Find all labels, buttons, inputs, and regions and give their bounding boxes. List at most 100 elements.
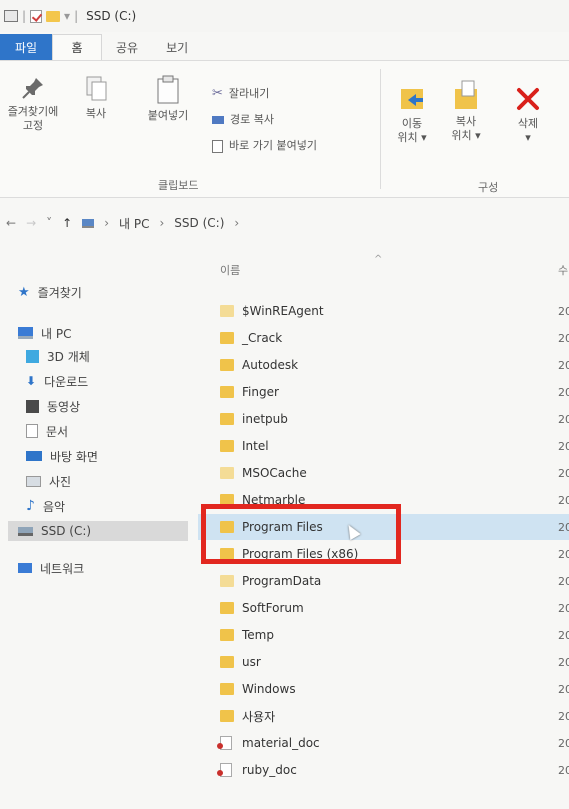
tab-home[interactable]: 홈 bbox=[52, 34, 102, 60]
file-date: 20 bbox=[558, 628, 569, 642]
star-icon: ★ bbox=[18, 284, 30, 300]
sidebar-item-downloads[interactable]: ⬇ 다운로드 bbox=[26, 371, 88, 391]
file-name: $WinREAgent bbox=[242, 304, 324, 318]
tab-share[interactable]: 공유 bbox=[102, 34, 152, 60]
copy-to-button[interactable]: 복사 위치 ▾ bbox=[446, 79, 486, 143]
folder-icon bbox=[220, 602, 234, 614]
quick-access-dropdown-icon[interactable]: ▾ bbox=[64, 9, 70, 23]
sidebar-item-label: SSD (C:) bbox=[41, 524, 92, 538]
sidebar-item-pictures[interactable]: 사진 bbox=[26, 471, 71, 491]
copy-to-label-2: 위치 ▾ bbox=[451, 129, 481, 142]
folder-icon bbox=[220, 629, 234, 641]
drive-icon bbox=[82, 218, 95, 228]
sidebar-item-documents[interactable]: 문서 bbox=[26, 421, 68, 441]
tab-file[interactable]: 파일 bbox=[0, 34, 52, 60]
ruby-file-icon bbox=[217, 736, 232, 750]
sort-arrow-icon: ^ bbox=[374, 254, 383, 265]
list-item[interactable]: Temp 20 bbox=[198, 622, 569, 648]
file-name: 사용자 bbox=[242, 709, 276, 724]
folder-icon bbox=[220, 413, 234, 425]
list-item[interactable]: Windows 20 bbox=[198, 676, 569, 702]
delete-button[interactable]: 삭제 ▾ bbox=[506, 85, 550, 145]
file-name: MSOCache bbox=[242, 466, 307, 480]
paste-shortcut-icon bbox=[212, 139, 223, 153]
computer-icon bbox=[18, 327, 33, 339]
list-item[interactable]: Finger 20 bbox=[198, 379, 569, 405]
video-icon bbox=[26, 399, 39, 413]
copy-to-icon bbox=[455, 80, 477, 109]
paste-button[interactable]: 붙여넣기 bbox=[140, 75, 196, 123]
breadcrumb-pc[interactable]: 내 PC bbox=[119, 215, 149, 232]
music-note-icon: ♪ bbox=[26, 498, 35, 514]
copy-button[interactable]: 복사 bbox=[76, 75, 116, 121]
forward-icon[interactable]: → bbox=[26, 216, 36, 230]
sidebar-item-desktop[interactable]: 바탕 화면 bbox=[26, 446, 98, 466]
file-name: _Crack bbox=[242, 331, 283, 345]
list-item[interactable]: inetpub 20 bbox=[198, 406, 569, 432]
list-item[interactable]: material_doc 20 bbox=[198, 730, 569, 756]
explorer-icon[interactable] bbox=[4, 10, 18, 22]
new-folder-icon[interactable] bbox=[46, 10, 61, 22]
delete-label: 삭제 bbox=[517, 117, 539, 130]
address-bar: ← → ˅ ↑ › 내 PC › SSD (C:) › bbox=[0, 208, 569, 238]
file-name: material_doc bbox=[242, 736, 320, 750]
copy-path-button[interactable]: 경로 복사 bbox=[212, 113, 352, 127]
download-arrow-icon: ⬇ bbox=[26, 374, 37, 388]
file-name: Autodesk bbox=[242, 358, 299, 372]
file-date: 20 bbox=[558, 304, 569, 318]
breadcrumb-drive[interactable]: SSD (C:) bbox=[174, 216, 224, 230]
list-item[interactable]: SoftForum 20 bbox=[198, 595, 569, 621]
file-date: 20 bbox=[558, 655, 569, 669]
list-item[interactable]: 사용자 20 bbox=[198, 703, 569, 729]
list-item[interactable]: $WinREAgent 20 bbox=[198, 298, 569, 324]
pin-quick-access-button[interactable]: 즐겨찾기에 고정 bbox=[4, 75, 62, 133]
list-item[interactable]: _Crack 20 bbox=[198, 325, 569, 351]
breadcrumb-sep-3[interactable]: › bbox=[234, 216, 239, 230]
column-header-date[interactable]: 수 bbox=[558, 262, 568, 278]
recent-dropdown-icon[interactable]: ˅ bbox=[46, 216, 52, 230]
document-icon bbox=[26, 424, 38, 438]
copy-path-icon bbox=[212, 116, 224, 124]
title-separator: | bbox=[22, 9, 27, 23]
ribbon-divider bbox=[380, 69, 381, 189]
sidebar-item-this-pc[interactable]: 내 PC bbox=[18, 323, 71, 343]
list-item[interactable]: Intel 20 bbox=[198, 433, 569, 459]
file-date: 20 bbox=[558, 682, 569, 696]
delete-dropdown-icon[interactable]: ▾ bbox=[506, 131, 550, 145]
sidebar-item-3d-objects[interactable]: 3D 개체 bbox=[26, 346, 90, 366]
column-header-name[interactable]: 이름 bbox=[220, 262, 240, 278]
network-icon bbox=[18, 563, 32, 573]
picture-icon bbox=[26, 475, 41, 487]
pin-label-2: 고정 bbox=[22, 119, 44, 132]
list-item[interactable]: Autodesk 20 bbox=[198, 352, 569, 378]
move-to-label-2: 위치 ▾ bbox=[397, 131, 427, 144]
list-item[interactable]: ProgramData 20 bbox=[198, 568, 569, 594]
list-item[interactable]: usr 20 bbox=[198, 649, 569, 675]
sidebar-item-quick-access[interactable]: ★ 즐겨찾기 bbox=[18, 282, 82, 302]
file-date: 20 bbox=[558, 736, 569, 750]
sidebar-item-music[interactable]: ♪ 음악 bbox=[26, 496, 65, 516]
cube-icon bbox=[26, 349, 39, 363]
back-icon[interactable]: ← bbox=[6, 216, 16, 230]
list-item[interactable]: MSOCache 20 bbox=[198, 460, 569, 486]
tab-view[interactable]: 보기 bbox=[152, 34, 202, 60]
paste-shortcut-label: 바로 가기 붙여넣기 bbox=[229, 139, 317, 152]
folder-icon bbox=[220, 332, 234, 344]
properties-icon[interactable] bbox=[30, 9, 43, 23]
paste-shortcut-button[interactable]: 바로 가기 붙여넣기 bbox=[212, 139, 376, 153]
cut-button[interactable]: ✂ 잘라내기 bbox=[212, 87, 352, 101]
sidebar-item-label: 내 PC bbox=[41, 326, 72, 341]
move-to-button[interactable]: 이동 위치 ▾ bbox=[392, 83, 432, 145]
list-item[interactable]: ruby_doc 20 bbox=[198, 757, 569, 783]
file-name: usr bbox=[242, 655, 261, 669]
sidebar-item-label: 즐겨찾기 bbox=[37, 285, 82, 300]
sidebar-item-ssd-c[interactable]: SSD (C:) bbox=[8, 521, 188, 541]
sidebar-item-network[interactable]: 네트워크 bbox=[18, 558, 84, 578]
ribbon-tabs: 파일 홈 공유 보기 bbox=[0, 34, 569, 60]
sidebar-item-videos[interactable]: 동영상 bbox=[26, 396, 80, 416]
sidebar-item-label: 다운로드 bbox=[44, 374, 89, 389]
pin-icon bbox=[22, 78, 43, 99]
folder-icon bbox=[220, 710, 234, 722]
up-icon[interactable]: ↑ bbox=[62, 216, 72, 230]
paste-label: 붙여넣기 bbox=[147, 109, 189, 122]
